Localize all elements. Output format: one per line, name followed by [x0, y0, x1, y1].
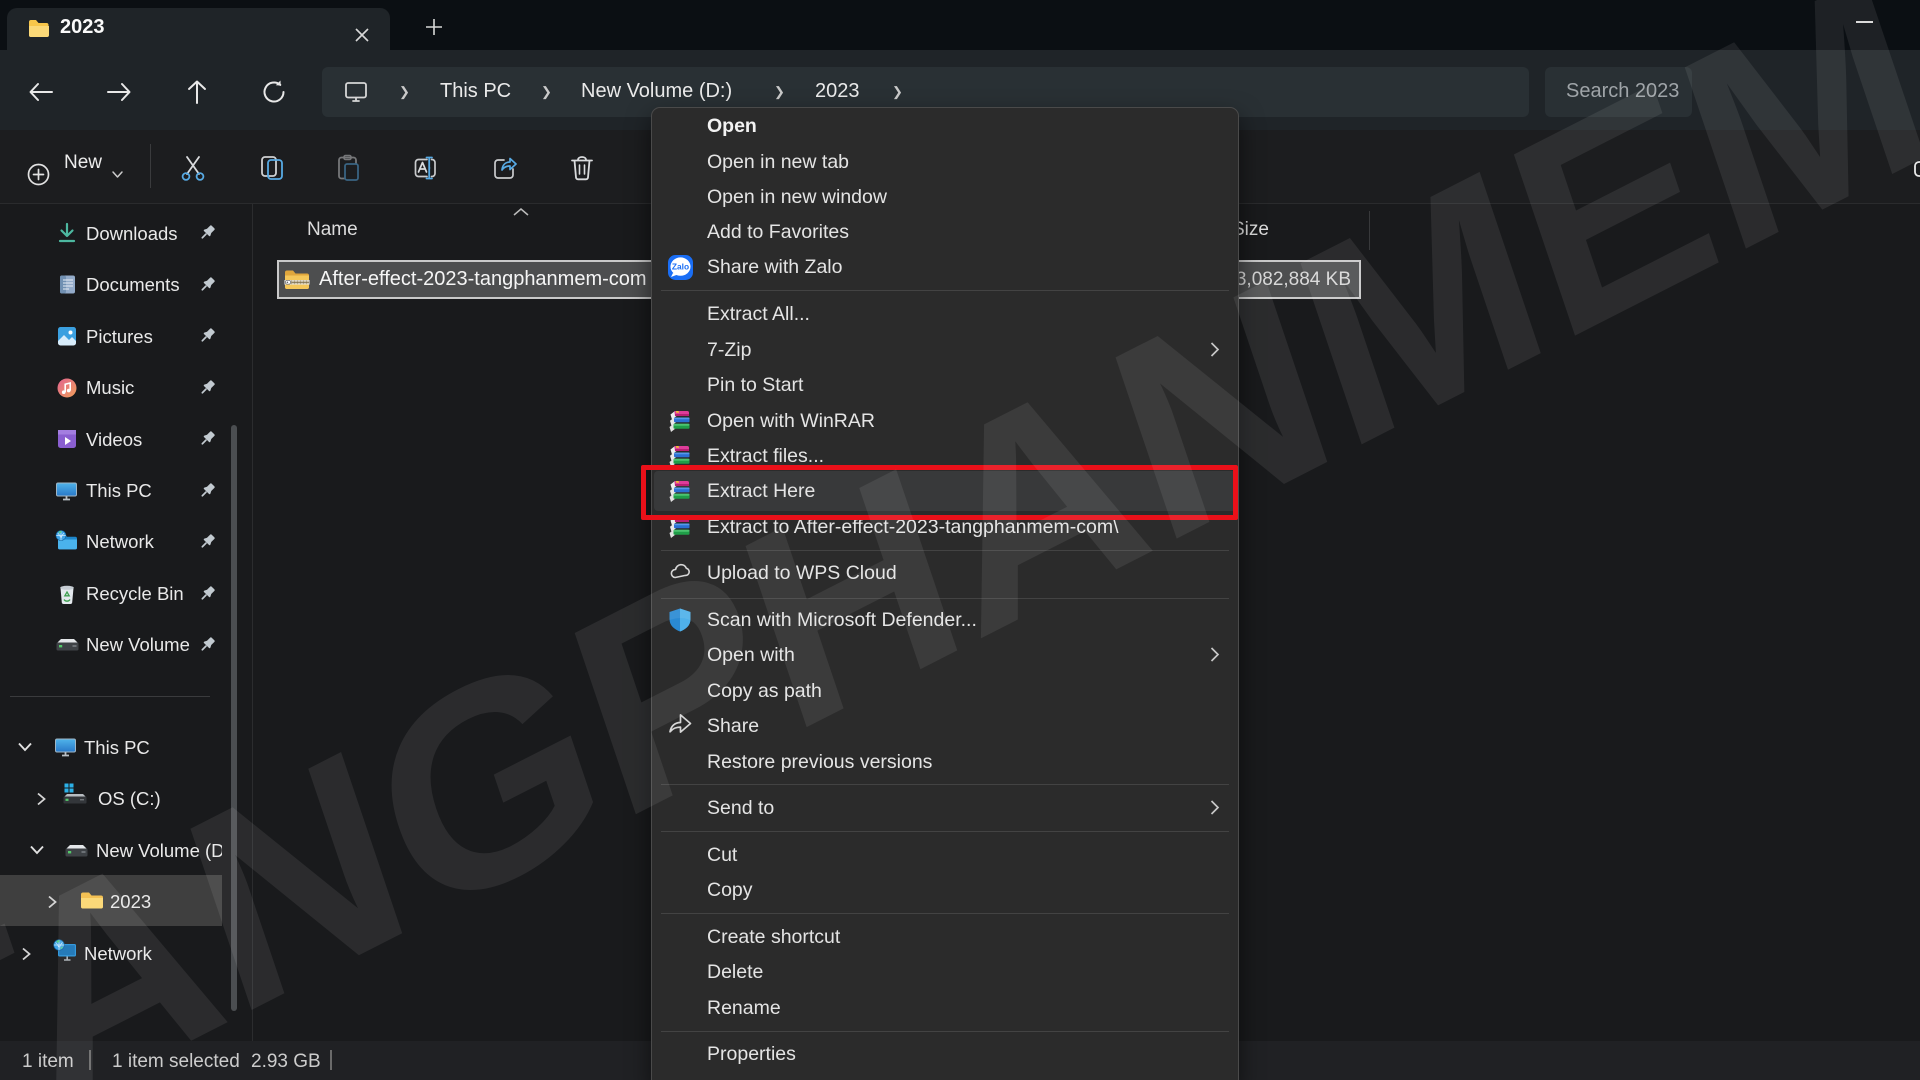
svg-text:Zalo: Zalo	[672, 262, 689, 272]
